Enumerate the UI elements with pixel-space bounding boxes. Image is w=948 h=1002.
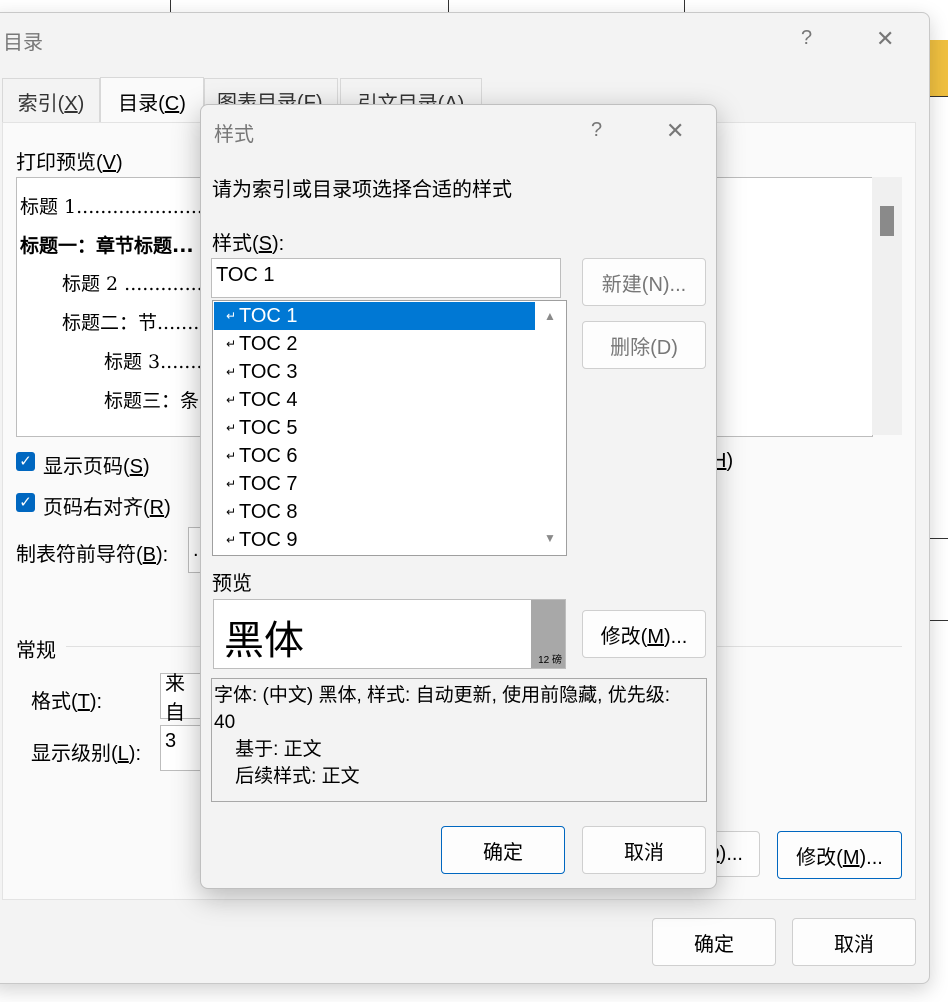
description-line: 40 — [214, 712, 236, 733]
list-item[interactable]: ↵ TOC 2 — [214, 330, 535, 358]
style-description: 字体: (中文) 黑体, 样式: 自动更新, 使用前隐藏, 优先级: 40 基于… — [211, 678, 707, 802]
tab-leader-label: 制表符前导符(B): — [16, 544, 169, 566]
right-align-label: 页码右对齐(R) — [43, 497, 171, 519]
style-ok-button[interactable]: 确定 — [441, 826, 565, 874]
background-line — [930, 620, 948, 621]
list-item[interactable]: ↵ TOC 7 — [214, 470, 535, 498]
paragraph-mark-icon: ↵ — [225, 533, 236, 547]
preview-scroll-thumb[interactable] — [880, 206, 894, 236]
preview-line: 标题二：节......... — [62, 312, 212, 334]
show-page-numbers-label: 显示页码(S) — [43, 456, 150, 478]
styles-label: 样式(S): — [212, 233, 285, 255]
preview-label: 预览 — [212, 573, 252, 595]
tab-index[interactable]: 索引(X) — [2, 78, 100, 123]
tab-label: 目录(C) — [118, 92, 186, 115]
style-preview-box: 黑体 12 磅 — [213, 599, 566, 669]
format-select[interactable]: 来自 — [160, 673, 204, 724]
toc-modify-button[interactable]: 修改(M)... — [777, 831, 902, 879]
paragraph-mark-icon: ↵ — [225, 421, 236, 435]
right-align-checkbox[interactable]: ✓ — [16, 493, 35, 512]
help-button[interactable]: ? — [801, 27, 812, 50]
general-section-label: 常规 — [16, 640, 56, 662]
dialog-title: 目录 — [3, 32, 43, 54]
paragraph-mark-icon: ↵ — [225, 393, 236, 407]
preview-sample-text: 黑体 — [224, 618, 304, 664]
paragraph-mark-icon: ↵ — [225, 477, 236, 491]
show-page-numbers-checkbox[interactable]: ✓ — [16, 452, 35, 471]
preview-line: 标题一：章节标题... — [20, 235, 194, 257]
format-label: 格式(T): — [31, 691, 103, 713]
paragraph-mark-icon: ↵ — [225, 309, 236, 323]
list-item[interactable]: ↵ TOC 8 — [214, 498, 535, 526]
modify-button-label: 修改(M)... — [796, 846, 883, 869]
style-list-scrollbar[interactable]: ▲ ▼ — [536, 301, 566, 555]
style-close-icon[interactable]: ✕ — [666, 118, 684, 144]
show-levels-spinner[interactable]: 3 — [160, 725, 204, 771]
scroll-up-icon[interactable]: ▲ — [544, 309, 556, 323]
paragraph-mark-icon: ↵ — [225, 365, 236, 379]
background-document-edge — [930, 40, 948, 97]
style-dialog: 样式 ? ✕ 请为索引或目录项选择合适的样式 样式(S): TOC 1 ↵ TOC… — [200, 104, 717, 889]
background-line — [684, 0, 685, 12]
preview-line: 标题 1......................... — [20, 196, 228, 218]
new-style-button[interactable]: 新建(N)... — [582, 258, 706, 306]
tab-toc[interactable]: 目录(C) — [100, 77, 204, 124]
description-line: 后续样式: 正文 — [214, 766, 360, 787]
style-dialog-title: 样式 — [214, 124, 254, 146]
style-help-button[interactable]: ? — [591, 119, 602, 142]
style-name-input[interactable]: TOC 1 — [211, 258, 561, 298]
list-item[interactable]: ↵ TOC 3 — [214, 358, 535, 386]
ok-button[interactable]: 确定 — [652, 918, 776, 966]
list-item[interactable]: ↵ TOC 1 — [214, 302, 535, 330]
style-list[interactable]: ↵ TOC 1 ↵ TOC 2 ↵ TOC 3 ↵ TOC 4 ↵ TOC 5 ↵ TOC … — [212, 300, 567, 556]
print-preview-label: 打印预览(V) — [16, 152, 123, 174]
style-modify-button[interactable]: 修改(M)... — [582, 610, 706, 658]
show-levels-label: 显示级别(L): — [31, 743, 142, 765]
description-line: 基于: 正文 — [214, 739, 322, 760]
paragraph-mark-icon: ↵ — [225, 449, 236, 463]
background-line — [930, 538, 948, 539]
preview-size-label: 12 磅 — [538, 655, 562, 666]
paragraph-mark-icon: ↵ — [225, 337, 236, 351]
description-line: 字体: (中文) 黑体, 样式: 自动更新, 使用前隐藏, 优先级: — [214, 685, 671, 706]
modify-button-label: 修改(M)... — [600, 625, 688, 648]
delete-style-button[interactable]: 删除(D) — [582, 321, 706, 369]
list-item[interactable]: ↵ TOC 6 — [214, 442, 535, 470]
list-item[interactable]: ↵ TOC 4 — [214, 386, 535, 414]
background-line — [448, 0, 449, 12]
close-icon[interactable]: ✕ — [876, 26, 894, 52]
paragraph-mark-icon: ↵ — [225, 505, 236, 519]
preview-line: 标题三：条 — [104, 390, 200, 412]
list-item[interactable]: ↵ TOC 9 — [214, 526, 535, 554]
style-cancel-button[interactable]: 取消 — [582, 826, 706, 874]
style-instruction: 请为索引或目录项选择合适的样式 — [212, 179, 512, 201]
cancel-button[interactable]: 取消 — [792, 918, 916, 966]
list-item[interactable]: ↵ TOC 5 — [214, 414, 535, 442]
tab-label: 索引(X) — [17, 92, 85, 115]
scroll-down-icon[interactable]: ▼ — [544, 531, 556, 545]
background-line — [170, 0, 171, 12]
